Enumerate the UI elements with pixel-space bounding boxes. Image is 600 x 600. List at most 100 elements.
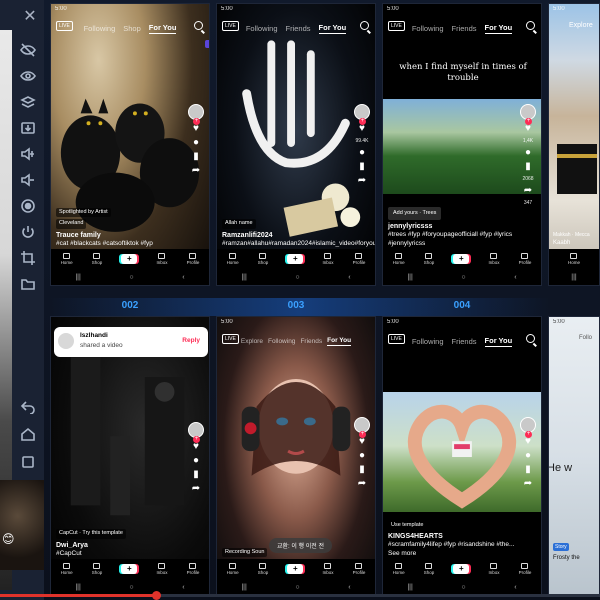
instance-label-002[interactable]: 002 — [50, 300, 210, 314]
tab-for-you[interactable]: For You — [484, 23, 513, 34]
creator-avatar[interactable] — [354, 104, 370, 125]
folder-icon[interactable] — [18, 274, 38, 294]
like-icon[interactable]: ♥ — [193, 442, 199, 452]
tab-shop[interactable]: Shop — [123, 24, 141, 33]
comment-icon[interactable]: ● — [359, 148, 365, 158]
sound-chip[interactable]: Allah name — [222, 219, 256, 229]
creator-username[interactable]: Ramzanlifi2024 — [222, 231, 349, 240]
back-icon[interactable]: ‹ — [182, 274, 184, 281]
hashtags[interactable]: #cat #blackcats #catsoftiktok #fyp — [56, 240, 183, 249]
like-icon[interactable]: ♥ — [525, 437, 531, 447]
like-icon[interactable]: ♥ — [525, 124, 531, 134]
phone-tile-cats[interactable]: 5:00 LIVE Following Shop For You ♥ ● ▮ ➦… — [50, 3, 210, 286]
create-button[interactable]: + — [453, 254, 470, 264]
back-icon[interactable]: ‹ — [182, 584, 184, 591]
tab-friends[interactable]: Friends — [452, 24, 477, 33]
creator-avatar[interactable] — [354, 417, 370, 438]
recents-icon[interactable]: ||| — [571, 274, 576, 281]
tab-following[interactable]: Following — [246, 24, 278, 33]
tab-explore[interactable]: Explore — [569, 22, 593, 29]
spotlight-chip[interactable]: Spotlighted by Artist — [56, 207, 111, 218]
back-icon[interactable] — [18, 396, 38, 416]
creator-username[interactable]: Dwi_Arya — [56, 541, 183, 550]
hashtags[interactable]: #ramzan#allahu#ramadan2024#islamic_video… — [222, 240, 375, 249]
record-icon[interactable] — [18, 196, 38, 216]
bookmark-icon[interactable]: ▮ — [525, 162, 531, 172]
tab-explore[interactable]: Explore — [241, 338, 263, 345]
home-icon[interactable]: ○ — [129, 274, 133, 281]
create-button[interactable]: + — [121, 564, 138, 574]
instance-label-003[interactable]: 003 — [216, 300, 376, 314]
recents-icon[interactable]: ||| — [407, 584, 412, 591]
nav-inbox[interactable]: Inbox — [156, 563, 167, 575]
creator-avatar[interactable] — [188, 104, 204, 125]
share-notification[interactable]: lszlhandi shared a video Reply — [54, 327, 208, 357]
tab-for-you[interactable]: For You — [327, 337, 352, 346]
nav-shop[interactable]: Shop — [424, 563, 434, 575]
recents-icon[interactable]: ||| — [407, 274, 412, 281]
phone-tile-kaaba[interactable]: 5:00 Explore Kaabh Makkah · Mecca Home |… — [548, 3, 600, 286]
creator-avatar[interactable] — [520, 104, 536, 125]
back-icon[interactable]: ‹ — [514, 274, 516, 281]
progress-handle[interactable] — [152, 591, 161, 600]
creator-avatar[interactable] — [188, 422, 204, 443]
comment-icon[interactable]: ● — [359, 451, 365, 461]
close-icon[interactable]: ✕ — [22, 9, 38, 25]
phone-tile-portrait[interactable]: 5:00 LIVE Explore Following Friends For … — [216, 316, 376, 596]
share-icon[interactable]: ➦ — [524, 479, 532, 489]
create-button[interactable]: + — [121, 254, 138, 264]
nav-home[interactable]: Home — [227, 563, 239, 575]
like-icon[interactable]: ♥ — [193, 124, 199, 134]
create-button[interactable]: + — [287, 564, 304, 574]
hide-icon[interactable] — [18, 40, 38, 60]
stack-icon[interactable] — [18, 92, 38, 112]
search-icon[interactable] — [360, 21, 369, 30]
phone-tile-calligraphy[interactable]: 5:00 LIVE Following Friends For You ♥ 99… — [216, 3, 376, 286]
hashtags[interactable]: #trees #fyp #foryoupageofficiall #fyp #l… — [388, 231, 515, 249]
nav-home[interactable]: Home — [227, 253, 239, 265]
share-icon[interactable]: ➦ — [524, 186, 532, 196]
nav-inbox[interactable]: Inbox — [488, 563, 499, 575]
create-button[interactable]: + — [287, 254, 304, 264]
bookmark-icon[interactable]: ▮ — [525, 465, 531, 475]
create-button[interactable]: + — [453, 564, 470, 574]
tab-friends[interactable]: Friends — [300, 338, 322, 345]
nav-inbox[interactable]: Inbox — [156, 253, 167, 265]
nav-profile[interactable]: Profile — [187, 253, 199, 265]
power-icon[interactable] — [18, 222, 38, 242]
nav-shop[interactable]: Shop — [258, 563, 268, 575]
tab-following[interactable]: Follo — [579, 335, 592, 341]
nav-home[interactable]: Home — [393, 563, 405, 575]
back-icon[interactable]: ‹ — [348, 274, 350, 281]
reply-button[interactable]: Reply — [182, 337, 200, 344]
comment-icon[interactable]: ● — [525, 148, 531, 158]
creator-username[interactable]: jennylyricsss — [388, 222, 515, 231]
nav-home[interactable]: Home — [393, 253, 405, 265]
nav-home[interactable]: Home — [568, 253, 580, 265]
recents-icon[interactable]: ||| — [241, 584, 246, 591]
hashtags[interactable]: #CapCut — [56, 550, 183, 559]
nav-shop[interactable]: Shop — [258, 253, 268, 265]
tab-following[interactable]: Following — [268, 338, 295, 345]
phone-tile-trees[interactable]: when I find myself in times of trouble 5… — [382, 3, 542, 286]
tab-following[interactable]: Following — [412, 24, 444, 33]
nav-profile[interactable]: Profile — [519, 563, 531, 575]
share-icon[interactable]: ➦ — [358, 176, 366, 186]
share-icon[interactable]: ➦ — [192, 484, 200, 494]
phone-tile-heart-hands[interactable]: 5:00 LIVE Following Friends For You ♥ ● … — [382, 316, 542, 596]
tab-friends[interactable]: Friends — [452, 337, 477, 346]
bookmark-icon[interactable]: ▮ — [359, 162, 365, 172]
nav-profile[interactable]: Profile — [187, 563, 199, 575]
tab-for-you[interactable]: For You — [484, 336, 513, 347]
use-template-chip[interactable]: Use template — [388, 520, 427, 531]
creator-username[interactable]: KINGS4HEARTS — [388, 532, 515, 541]
search-icon[interactable] — [526, 21, 535, 30]
share-icon[interactable]: ➦ — [358, 479, 366, 489]
search-icon[interactable] — [526, 334, 535, 343]
like-icon[interactable]: ♥ — [359, 437, 365, 447]
nav-shop[interactable]: Shop — [424, 253, 434, 265]
creator-username[interactable]: Trauce family — [56, 231, 183, 240]
back-icon[interactable]: ‹ — [514, 584, 516, 591]
comment-icon[interactable]: ● — [193, 138, 199, 148]
tab-following[interactable]: Following — [412, 337, 444, 346]
